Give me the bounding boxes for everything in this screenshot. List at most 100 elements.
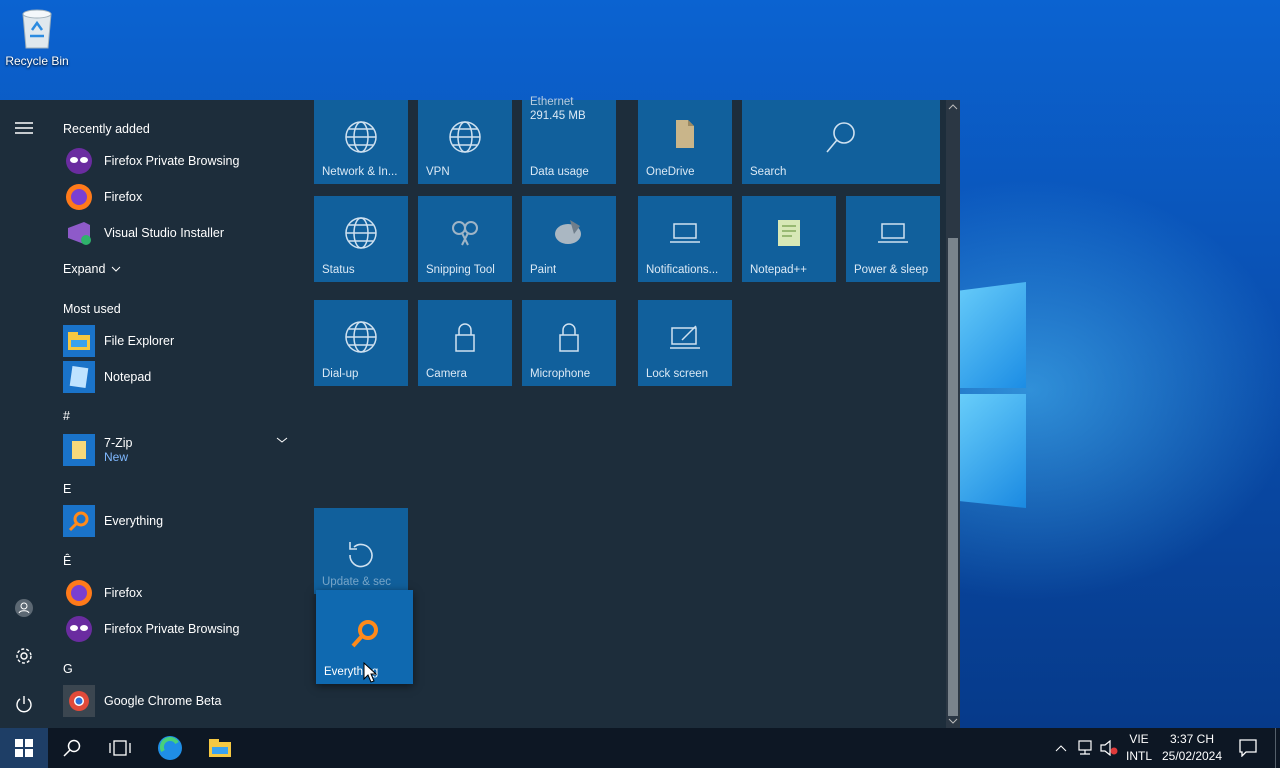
folder-icon bbox=[63, 434, 95, 466]
edge-taskbar-button[interactable] bbox=[146, 728, 194, 768]
tile-paint[interactable]: Paint bbox=[522, 196, 616, 282]
section-hash[interactable]: # bbox=[63, 409, 70, 423]
tile-notifications[interactable]: Notifications... bbox=[638, 196, 732, 282]
clock-time: 3:37 CH bbox=[1169, 732, 1215, 746]
app-firefox-private-browsing[interactable]: Firefox Private Browsing bbox=[63, 612, 293, 646]
tile-label: Dial-up bbox=[322, 368, 359, 380]
app-notepad[interactable]: Notepad bbox=[63, 360, 293, 394]
app-firefox-recent[interactable]: Firefox bbox=[63, 180, 293, 214]
power-button[interactable] bbox=[12, 692, 36, 716]
section-e-circumflex[interactable]: Ê bbox=[63, 554, 71, 568]
data-usage-network-name: Ethernet bbox=[530, 96, 574, 108]
file-explorer-icon bbox=[209, 739, 231, 757]
start-button[interactable] bbox=[0, 728, 48, 768]
tile-label: Power & sleep bbox=[854, 264, 929, 276]
app-list: Recently added Firefox Private Browsing … bbox=[48, 100, 300, 728]
expand-label: Expand bbox=[63, 262, 106, 276]
volume-tray-button[interactable] bbox=[1098, 728, 1120, 768]
lock-icon bbox=[522, 320, 616, 356]
tile-dialup[interactable]: Dial-up bbox=[314, 300, 408, 386]
new-badge: New bbox=[104, 450, 129, 464]
section-e[interactable]: E bbox=[63, 482, 71, 496]
section-most-used: Most used bbox=[63, 302, 121, 316]
tile-onedrive[interactable]: OneDrive bbox=[638, 100, 732, 184]
everything-search-icon bbox=[63, 505, 95, 537]
refresh-icon bbox=[314, 538, 408, 574]
scissors-icon bbox=[418, 216, 512, 252]
clock-date: 25/02/2024 bbox=[1161, 749, 1223, 763]
tile-label: Notifications... bbox=[646, 264, 719, 276]
volume-muted-icon bbox=[1100, 740, 1118, 756]
app-name: Google Chrome Beta bbox=[104, 694, 222, 708]
tile-status[interactable]: Status bbox=[314, 196, 408, 282]
chevron-down-icon bbox=[112, 266, 121, 272]
edge-icon bbox=[158, 736, 182, 760]
visual-studio-installer-icon bbox=[63, 217, 95, 249]
notepadpp-icon bbox=[742, 216, 836, 252]
user-account-button[interactable] bbox=[12, 596, 36, 620]
recycle-bin-icon bbox=[17, 6, 57, 50]
tile-lock-screen[interactable]: Lock screen bbox=[638, 300, 732, 386]
firefox-icon bbox=[63, 577, 95, 609]
globe-icon bbox=[314, 216, 408, 252]
app-firefox[interactable]: Firefox bbox=[63, 576, 293, 610]
onedrive-icon bbox=[638, 118, 732, 154]
app-everything[interactable]: Everything bbox=[63, 504, 293, 538]
lock-icon bbox=[418, 320, 512, 356]
file-explorer-taskbar-button[interactable] bbox=[196, 728, 244, 768]
tile-label: Data usage bbox=[530, 166, 589, 178]
recycle-bin-desktop-icon[interactable]: Recycle Bin bbox=[4, 6, 70, 68]
task-view-button[interactable] bbox=[96, 728, 144, 768]
file-explorer-icon bbox=[63, 325, 95, 357]
tile-notepadpp[interactable]: Notepad++ bbox=[742, 196, 836, 282]
app-name: Firefox Private Browsing bbox=[104, 154, 240, 168]
tile-camera[interactable]: Camera bbox=[418, 300, 512, 386]
expand-button[interactable]: Expand bbox=[63, 252, 183, 286]
show-hidden-icons-button[interactable] bbox=[1050, 728, 1072, 768]
taskbar-search-button[interactable] bbox=[48, 728, 96, 768]
chrome-beta-icon bbox=[63, 685, 95, 717]
tile-update-security[interactable]: Update & sec bbox=[314, 508, 408, 594]
tile-label: Update & sec bbox=[322, 576, 392, 588]
app-visual-studio-installer[interactable]: Visual Studio Installer bbox=[63, 216, 293, 250]
network-tray-button[interactable] bbox=[1074, 728, 1096, 768]
input-language-button[interactable]: VIE INTL bbox=[1122, 728, 1156, 768]
tile-data-usage[interactable]: Ethernet 291.45 MB Data usage bbox=[522, 96, 616, 184]
tile-label: Network & In... bbox=[322, 166, 398, 178]
tile-network[interactable]: Network & In... bbox=[314, 100, 408, 184]
chevron-up-icon bbox=[1055, 745, 1067, 752]
section-g[interactable]: G bbox=[63, 662, 73, 676]
laptop-icon bbox=[846, 216, 940, 252]
clock-button[interactable]: 3:37 CH 25/02/2024 bbox=[1158, 728, 1226, 768]
scrollbar-thumb[interactable] bbox=[948, 238, 958, 716]
tile-label: OneDrive bbox=[646, 166, 695, 178]
scroll-up-icon[interactable] bbox=[946, 102, 960, 112]
settings-button[interactable] bbox=[12, 644, 36, 668]
chevron-down-icon[interactable] bbox=[276, 435, 288, 445]
tile-vpn[interactable]: VPN bbox=[418, 100, 512, 184]
show-desktop-button[interactable] bbox=[1275, 728, 1280, 768]
hamburger-menu-button[interactable] bbox=[12, 116, 36, 140]
app-google-chrome-beta[interactable]: Google Chrome Beta bbox=[63, 684, 293, 718]
mouse-cursor-icon bbox=[363, 662, 377, 683]
firefox-private-icon bbox=[63, 613, 95, 645]
tile-microphone[interactable]: Microphone bbox=[522, 300, 616, 386]
tile-label: Camera bbox=[426, 368, 467, 380]
start-scrollbar[interactable] bbox=[946, 100, 960, 728]
app-name: Everything bbox=[104, 514, 164, 528]
app-7zip-folder[interactable]: 7-Zip New bbox=[63, 432, 293, 468]
app-firefox-private-browsing-recent[interactable]: Firefox Private Browsing bbox=[63, 144, 293, 178]
section-recently-added: Recently added bbox=[63, 122, 150, 136]
scroll-down-icon[interactable] bbox=[946, 716, 960, 726]
laptop-icon bbox=[638, 216, 732, 252]
tile-power-sleep[interactable]: Power & sleep bbox=[846, 196, 940, 282]
app-name: 7-Zip bbox=[104, 436, 133, 450]
action-center-button[interactable] bbox=[1232, 728, 1264, 768]
tile-search[interactable]: Search bbox=[742, 100, 940, 184]
globe-icon bbox=[314, 320, 408, 356]
tile-snipping-tool[interactable]: Snipping Tool bbox=[418, 196, 512, 282]
app-file-explorer[interactable]: File Explorer bbox=[63, 324, 293, 358]
tile-label: Search bbox=[750, 166, 787, 178]
power-icon bbox=[16, 696, 32, 713]
search-icon bbox=[63, 739, 81, 757]
